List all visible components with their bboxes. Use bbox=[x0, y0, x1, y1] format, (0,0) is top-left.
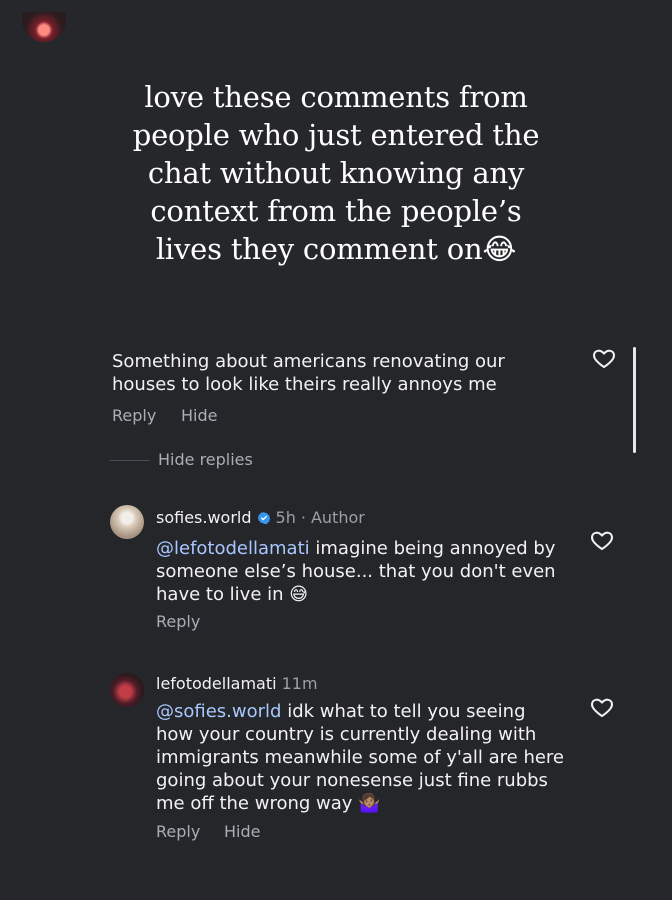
hide-reply-button[interactable]: Hide bbox=[224, 822, 260, 842]
avatar[interactable] bbox=[110, 505, 144, 539]
sweat-smile-emoji-icon: 😅 bbox=[289, 584, 309, 605]
mention-link[interactable]: @lefotodellamati bbox=[156, 538, 310, 559]
screenshot-page: love these comments from people who just… bbox=[0, 0, 672, 900]
meta-separator: · bbox=[300, 508, 306, 527]
comment-text: Something about americans renovating our… bbox=[112, 351, 505, 395]
username[interactable]: lefotodellamati bbox=[156, 674, 277, 694]
reply-button[interactable]: Reply bbox=[156, 822, 200, 842]
avatar[interactable] bbox=[22, 12, 66, 42]
mention-link[interactable]: @sofies.world bbox=[156, 701, 281, 722]
timestamp: 11m bbox=[281, 674, 318, 693]
timestamp: 5h bbox=[275, 508, 296, 527]
heart-icon[interactable] bbox=[592, 346, 616, 370]
reply-meta: lefotodellamati 11m bbox=[156, 674, 318, 694]
reply-button[interactable]: Reply bbox=[112, 406, 156, 426]
shrug-emoji-icon: 🤷🏽‍♀️ bbox=[358, 793, 381, 814]
heart-icon[interactable] bbox=[590, 695, 614, 719]
username[interactable]: sofies.world bbox=[156, 508, 252, 528]
reply-divider bbox=[110, 460, 150, 461]
headline-text: love these comments from people who just… bbox=[132, 80, 540, 266]
headline-caption: love these comments from people who just… bbox=[0, 40, 672, 268]
verified-badge-icon bbox=[257, 512, 270, 524]
hide-replies-button[interactable]: Hide replies bbox=[158, 450, 253, 470]
reply-button[interactable]: Reply bbox=[156, 612, 200, 632]
scrollbar[interactable] bbox=[633, 347, 636, 453]
reply-text: @lefotodellamati imagine being annoyed b… bbox=[156, 537, 586, 606]
reply-meta: sofies.world 5h · Author bbox=[156, 508, 365, 528]
laughing-emoji-icon: 😂 bbox=[482, 232, 517, 266]
heart-icon[interactable] bbox=[590, 528, 614, 552]
avatar[interactable] bbox=[110, 673, 144, 707]
reply-text: @sofies.world idk what to tell you seein… bbox=[156, 700, 596, 815]
hide-comment-button[interactable]: Hide bbox=[181, 406, 217, 426]
author-label: Author bbox=[310, 508, 365, 527]
